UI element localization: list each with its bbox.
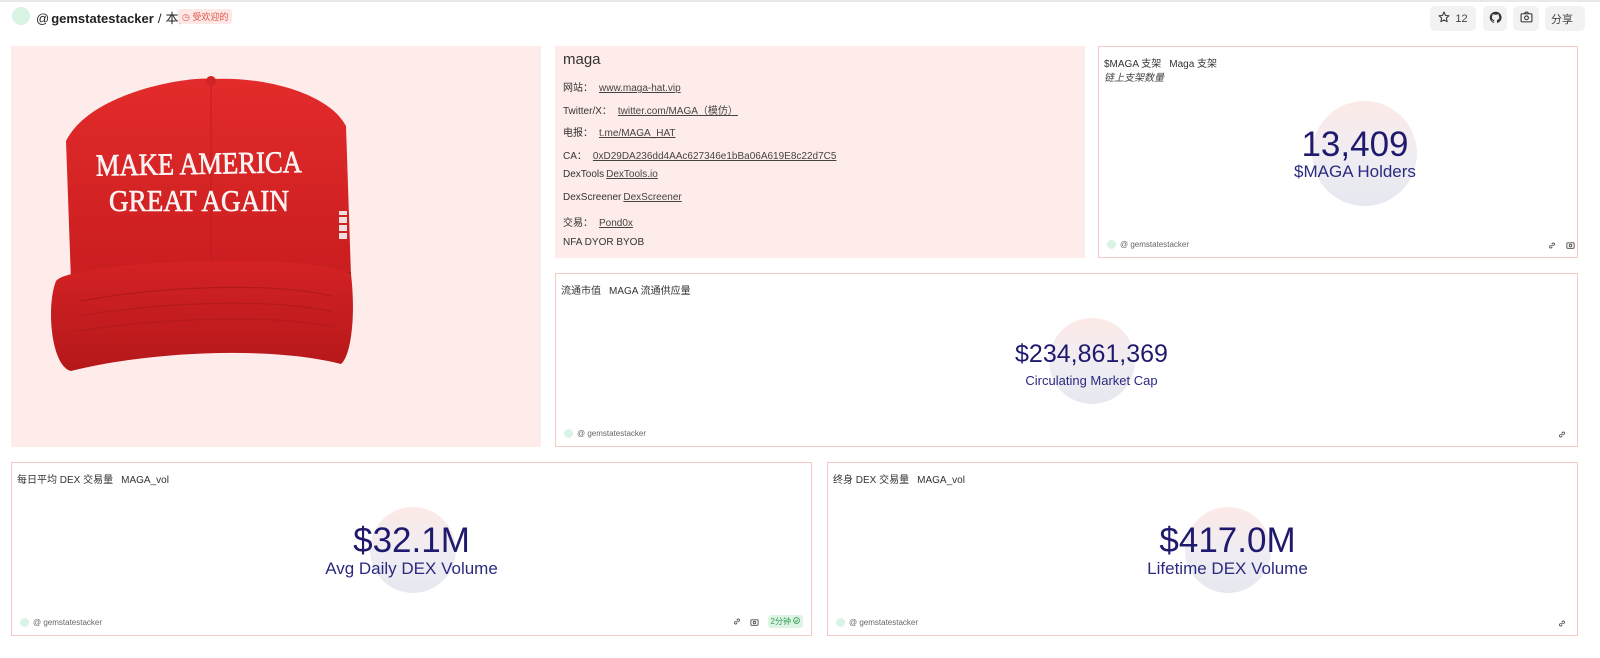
star-icon (1438, 11, 1450, 26)
info-row-disclaimer: NFA DYOR BYOB (563, 237, 644, 248)
panel-actions (1547, 240, 1575, 250)
info-label: 交易： (563, 218, 593, 229)
check-circle-icon (793, 617, 800, 626)
clock-icon: ◷ (182, 12, 190, 22)
info-row-trade: 交易： Pond0x (563, 214, 633, 229)
info-title: maga (563, 51, 601, 68)
star-count: 12 (1455, 12, 1468, 25)
panel-actions: 2分钟 (732, 615, 803, 628)
breadcrumb-user[interactable]: gemstatestacker (51, 11, 154, 26)
avg-daily-volume-panel: 每日平均 DEX 交易量 MAGA_vol $32.1M Avg Daily DE… (11, 462, 812, 636)
telegram-link[interactable]: t.me/MAGA_HAT (599, 128, 676, 139)
panel-title: 终身 DEX 交易量 MAGA_vol (833, 471, 965, 486)
panel-title: 每日平均 DEX 交易量 MAGA_vol (17, 471, 169, 486)
avg-volume-label: Avg Daily DEX Volume (325, 559, 498, 578)
refresh-age-badge: 2分钟 (767, 615, 803, 628)
market-cap-label: Circulating Market Cap (1025, 373, 1158, 388)
dextools-link[interactable]: DexTools.io (606, 169, 658, 180)
panel-actions (1557, 618, 1567, 628)
holders-value: 13,409 (1301, 125, 1409, 164)
author-avatar[interactable] (20, 618, 29, 627)
info-row-dexscreener: DexScreener DexScreener (563, 192, 682, 203)
breadcrumb: @gemstatestacker/本身 (36, 8, 191, 27)
holders-counter-panel: $MAGA 支架 Maga 支架 链上支架数量 13,409 $MAGA Hold… (1098, 46, 1578, 258)
github-icon (1489, 11, 1502, 27)
at-sign: @ (36, 11, 50, 26)
author-name[interactable]: @ gemstatestacker (849, 618, 918, 627)
lifetime-volume-value: $417.0M (1159, 521, 1296, 560)
avatar[interactable] (12, 7, 30, 25)
panel-title: 流通市值 MAGA 流通供应量 (561, 282, 691, 297)
link-icon[interactable] (732, 617, 742, 627)
author-avatar[interactable] (1107, 240, 1116, 249)
lifetime-volume-label: Lifetime DEX Volume (1147, 559, 1308, 578)
market-cap-panel: 流通市值 MAGA 流通供应量 $234,861,369 Circulating … (555, 273, 1578, 447)
visualization-name: Maga 支架 (1169, 59, 1218, 70)
holders-label: $MAGA Holders (1294, 162, 1416, 181)
link-icon[interactable] (1557, 618, 1567, 628)
author-avatar[interactable] (564, 429, 573, 438)
trade-link[interactable]: Pond0x (599, 218, 633, 229)
visualization-name: MAGA_vol (121, 475, 169, 486)
panel-subtitle: 链上支架数量 (1104, 73, 1164, 84)
star-button[interactable]: 12 (1430, 6, 1476, 31)
info-row-contract: CA： 0xD29DA236dd4AAc627346e1bBa06A619E8c2… (563, 147, 836, 162)
hat-text-line1: MAKE AMERICA (96, 144, 303, 183)
dexscreener-link[interactable]: DexScreener (623, 192, 681, 203)
info-label: 电报： (563, 128, 593, 139)
link-icon[interactable] (1557, 429, 1567, 439)
info-row-twitter: Twitter/X： twitter.com/MAGA（模仿） (563, 102, 738, 117)
lifetime-volume-panel: 终身 DEX 交易量 MAGA_vol $417.0M Lifetime DEX … (827, 462, 1578, 636)
info-row-dextools: DexTools DexTools.io (563, 169, 658, 180)
disclaimer-text: NFA DYOR BYOB (563, 237, 645, 248)
camera-icon[interactable] (1565, 240, 1575, 250)
query-title[interactable]: 终身 DEX 交易量 (833, 475, 909, 486)
author-name[interactable]: @ gemstatestacker (577, 429, 646, 438)
panel-footer: @ gemstatestacker (1107, 240, 1189, 249)
maga-hat-image: MAKE AMERICA GREAT AGAIN (51, 76, 353, 371)
query-title[interactable]: 流通市值 (561, 286, 601, 297)
author-avatar[interactable] (836, 618, 845, 627)
info-label: DexTools (563, 169, 605, 180)
popular-badge: ◷ 受欢迎的 (178, 9, 233, 24)
info-label: DexScreener (563, 192, 622, 203)
author-name[interactable]: @ gemstatestacker (33, 618, 102, 627)
info-row-website: 网站： www.maga-hat.vip (563, 79, 681, 94)
camera-icon (1520, 11, 1533, 26)
share-button[interactable]: 分享 (1545, 6, 1585, 31)
visualization-name: MAGA_vol (917, 475, 965, 486)
top-bar: @gemstatestacker/本身 ◷ 受欢迎的 12 分享 (0, 0, 1600, 31)
refresh-age-label: 2分钟 (770, 617, 791, 626)
link-icon[interactable] (1547, 240, 1557, 250)
info-row-telegram: 电报： t.me/MAGA_HAT (563, 124, 676, 139)
info-label: 网站： (563, 83, 593, 94)
info-label: CA： (563, 151, 587, 162)
screenshot-button[interactable] (1513, 6, 1539, 31)
twitter-link[interactable]: twitter.com/MAGA（模仿） (618, 106, 738, 117)
market-cap-value: $234,861,369 (1015, 340, 1168, 368)
website-link[interactable]: www.maga-hat.vip (599, 83, 681, 94)
hat-image-panel: MAKE AMERICA GREAT AGAIN (11, 46, 541, 447)
breadcrumb-separator: / (157, 11, 162, 26)
panel-title: $MAGA 支架 Maga 支架 (1104, 55, 1217, 70)
avg-volume-value: $32.1M (353, 521, 470, 560)
camera-icon[interactable] (750, 617, 760, 627)
popular-badge-label: 受欢迎的 (192, 12, 229, 22)
panel-footer: @ gemstatestacker (564, 429, 646, 438)
panel-footer: @ gemstatestacker (836, 618, 918, 627)
panel-footer: @ gemstatestacker (20, 618, 102, 627)
author-name[interactable]: @ gemstatestacker (1120, 240, 1189, 249)
contract-link[interactable]: 0xD29DA236dd4AAc627346e1bBa06A619E8c22d7… (593, 151, 837, 162)
panel-actions (1557, 429, 1567, 439)
info-label: Twitter/X： (563, 106, 612, 117)
hat-text-line2: GREAT AGAIN (109, 183, 289, 218)
token-info-panel: maga 网站： www.maga-hat.vip Twitter/X： twitt… (555, 46, 1085, 258)
visualization-name: MAGA 流通供应量 (609, 286, 691, 297)
github-button[interactable] (1483, 6, 1507, 31)
query-title[interactable]: 每日平均 DEX 交易量 (17, 475, 113, 486)
